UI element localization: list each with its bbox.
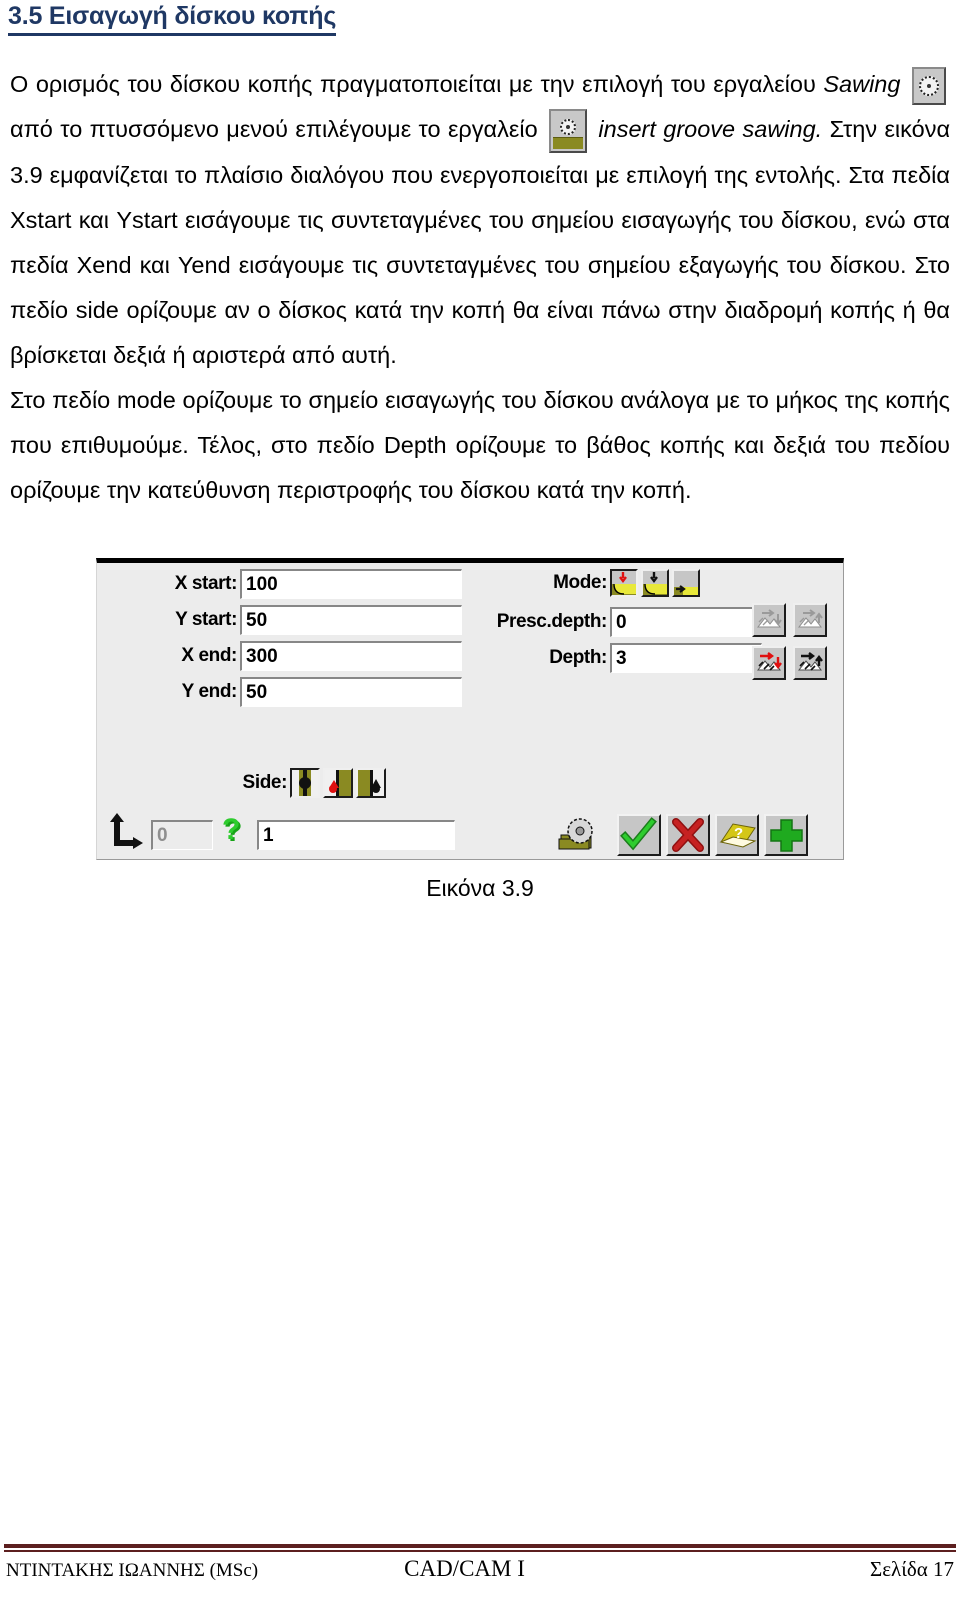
dialog-bottom-row[interactable]: 0 ? ? 1 ? — [105, 811, 813, 858]
field-row-x-start[interactable]: X start: 100 — [129, 569, 469, 599]
paragraph-segment-1: Ο ορισμός του δίσκου κοπής πραγματοποιεί… — [10, 71, 816, 97]
saw-blade-glyph-2 — [560, 118, 577, 135]
side-right-button[interactable] — [356, 768, 386, 798]
rotation-climb-cut-button[interactable] — [752, 646, 786, 680]
footer-divider — [4, 1544, 956, 1552]
side-on-path-button[interactable] — [290, 768, 320, 798]
ok-button[interactable] — [617, 813, 661, 856]
document-page: 3.5 Εισαγωγή δίσκου κοπής Ο ορισμός του … — [0, 0, 960, 1600]
field-row-mode[interactable]: Mode: — [495, 569, 703, 597]
rotation-down-left-disabled-button[interactable] — [752, 603, 786, 637]
field-row-y-end[interactable]: Y end: 50 — [129, 677, 469, 707]
section-heading: 3.5 Εισαγωγή δίσκου κοπής — [8, 2, 336, 36]
input-x-start[interactable]: 100 — [240, 569, 462, 599]
label-side: Side: — [242, 772, 288, 793]
input-help-value[interactable]: 1 — [257, 819, 455, 850]
mode-plunge-down-button[interactable] — [610, 569, 638, 597]
label-depth: Depth: — [549, 647, 607, 668]
paragraph-segment-2: από το πτυσσόμενο μενού επιλέγουμε το ερ… — [10, 116, 538, 142]
label-y-end: Y end: — [181, 681, 238, 702]
saw-blade-on-stock-icon — [549, 108, 588, 153]
help-button[interactable]: ? — [715, 813, 759, 856]
paragraph-1: Ο ορισμός του δίσκου κοπής πραγματοποιεί… — [10, 62, 950, 378]
stock-block-glyph — [553, 136, 584, 149]
help-question-icon[interactable]: ? ? — [221, 813, 249, 856]
input-presc-depth[interactable]: 0 — [610, 607, 762, 637]
sawing-dialog[interactable]: X start: 100 Y start: 50 X end: 3 0 0 Y en… — [96, 558, 844, 860]
side-left-button[interactable] — [323, 768, 353, 798]
origin-arrow-icon — [105, 811, 145, 858]
field-row-side[interactable]: Side: — [225, 768, 389, 798]
page-footer: ΝΤΙΝΤΑΚΗΣ ΙΩΑΝΝΗΣ (MSc) CAD/CAM I Σελίδα… — [6, 1556, 954, 1582]
cancel-button[interactable] — [666, 813, 710, 856]
footer-author: ΝΤΙΝΤΑΚΗΣ ΙΩΑΝΝΗΣ (MSc) — [6, 1560, 259, 1581]
paragraph-segment-3: Στην εικόνα 3.9 εμφανίζεται το πλαίσιο δ… — [10, 116, 951, 368]
tool-name-insert-groove-sawing: insert groove sawing. — [598, 116, 823, 142]
paragraph-2: Στο πεδίο mode ορίζουμε το σημείο εισαγω… — [10, 386, 950, 503]
label-mode: Mode: — [553, 572, 607, 593]
svg-text:?: ? — [734, 825, 743, 842]
body-text: Ο ορισμός του δίσκου κοπής πραγματοποιεί… — [10, 62, 950, 513]
rotation-down-right-disabled-button[interactable] — [793, 603, 828, 637]
rotation-button-grid[interactable] — [752, 603, 830, 685]
label-y-start: Y start: — [175, 609, 237, 630]
tool-name-sawing: Sawing — [823, 71, 901, 97]
footer-divider-thin — [4, 1550, 956, 1552]
figure-caption: Εικόνα 3.9 — [426, 875, 534, 901]
input-index[interactable]: 0 — [151, 819, 213, 850]
label-x-start: X start: — [174, 573, 238, 594]
input-y-end[interactable]: 50 — [240, 677, 462, 707]
rotation-conventional-cut-button[interactable] — [793, 646, 828, 680]
field-row-presc-depth[interactable]: Presc.depth: 0 — [415, 607, 762, 637]
mode-plunge-down-black-button[interactable] — [641, 569, 669, 597]
saw-blade-on-stock-icon-bottom — [557, 811, 599, 858]
footer-course: CAD/CAM I — [404, 1556, 525, 1581]
field-row-depth[interactable]: Depth: 3 — [415, 643, 762, 673]
add-button[interactable] — [764, 813, 808, 856]
footer-page-number: Σελίδα 17 — [869, 1557, 954, 1581]
label-presc-depth: Presc.depth: — [496, 611, 608, 632]
saw-blade-glyph — [919, 75, 940, 96]
input-depth[interactable]: 3 — [610, 643, 762, 673]
svg-text:?: ? — [222, 813, 240, 846]
label-x-end: X end: — [181, 645, 237, 666]
mode-enter-from-side-button[interactable] — [672, 569, 700, 597]
saw-blade-icon — [912, 66, 947, 105]
